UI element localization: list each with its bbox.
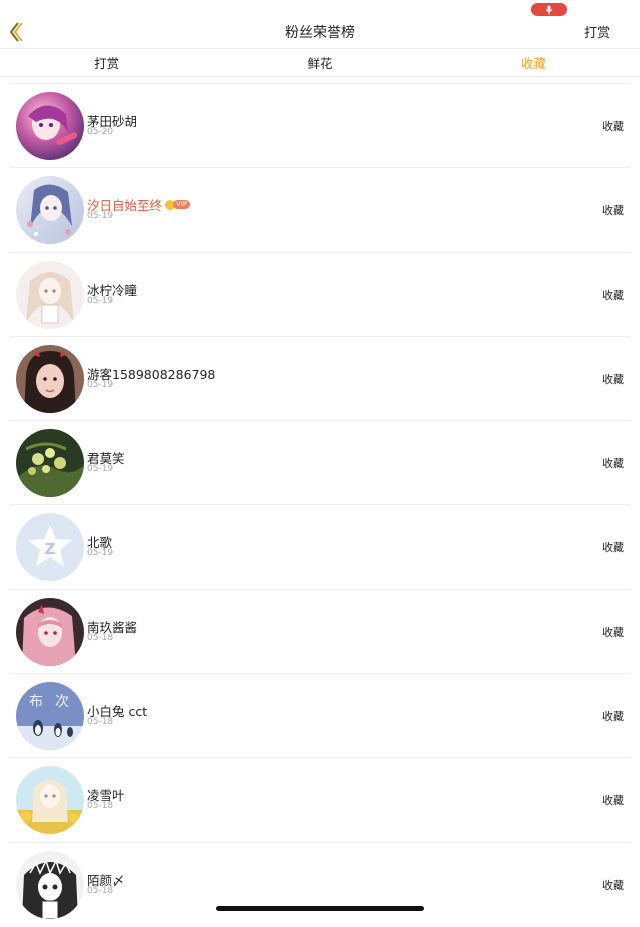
svg-text:Z: Z bbox=[45, 540, 56, 558]
list-item[interactable]: 陌颜〆 05-18 收藏 bbox=[9, 843, 631, 927]
list-item[interactable]: 汐日自始至终 VIP 05-19 收藏 bbox=[9, 168, 631, 253]
avatar[interactable] bbox=[16, 92, 84, 160]
favorite-date: 05-20 bbox=[87, 127, 114, 137]
page-title: 粉丝荣誉榜 bbox=[285, 25, 355, 41]
svg-text:次: 次 bbox=[55, 694, 69, 710]
avatar[interactable] bbox=[16, 766, 84, 835]
favorite-date: 05-19 bbox=[87, 464, 114, 475]
favorite-date: 05-19 bbox=[87, 295, 114, 306]
microphone-icon bbox=[545, 5, 553, 14]
favorite-label: 收藏 bbox=[602, 878, 624, 892]
list-item[interactable]: 布 次 小白兔 cct 05-18 收藏 bbox=[9, 674, 631, 759]
chevron-left-icon bbox=[9, 22, 23, 42]
avatar[interactable] bbox=[16, 176, 84, 245]
favorite-date: 05-18 bbox=[87, 717, 114, 728]
favorite-date: 05-18 bbox=[87, 632, 114, 643]
favorite-date: 05-19 bbox=[87, 211, 114, 222]
svg-text:布: 布 bbox=[29, 694, 43, 710]
fan-list[interactable]: 茅田砂胡 05-20 收藏 汐日自始至终 VIP 05-19 收藏 冰柠冷瞳 0… bbox=[0, 84, 640, 927]
favorite-label: 收藏 bbox=[602, 288, 624, 302]
favorite-label: 收藏 bbox=[602, 625, 624, 639]
list-item[interactable]: 游客1589808286798 05-19 收藏 bbox=[9, 337, 631, 422]
favorite-label: 收藏 bbox=[602, 372, 624, 386]
list-item[interactable]: Z 北歌 05-19 收藏 bbox=[9, 505, 631, 590]
back-button[interactable] bbox=[2, 17, 30, 47]
tab-reward[interactable]: 打赏 bbox=[0, 49, 213, 76]
favorite-label: 收藏 bbox=[602, 457, 624, 471]
navigation-bar: 粉丝荣誉榜 打赏 bbox=[0, 14, 640, 48]
favorite-date: 05-19 bbox=[87, 548, 114, 559]
avatar[interactable] bbox=[16, 429, 84, 498]
list-item[interactable]: 茅田砂胡 05-20 收藏 bbox=[9, 84, 631, 169]
favorite-label: 收藏 bbox=[602, 204, 624, 218]
vip-tag: VIP bbox=[173, 200, 191, 210]
list-item[interactable]: 冰柠冷瞳 05-19 收藏 bbox=[9, 253, 631, 337]
favorite-date: 05-18 bbox=[87, 885, 114, 896]
list-item[interactable]: 凌雪叶 05-18 收藏 bbox=[9, 758, 631, 843]
home-indicator[interactable] bbox=[216, 906, 424, 911]
favorite-label: 收藏 bbox=[602, 541, 624, 555]
favorite-label: 收藏 bbox=[602, 710, 624, 724]
avatar[interactable]: Z bbox=[16, 513, 84, 582]
list-item[interactable]: 君莫笑 05-19 收藏 bbox=[9, 421, 631, 506]
avatar[interactable] bbox=[16, 597, 84, 666]
list-item[interactable]: 南玖酱酱 05-18 收藏 bbox=[9, 590, 631, 675]
tab-bar: 打赏 鲜花 收藏 bbox=[0, 48, 640, 77]
tab-favorites[interactable]: 收藏 bbox=[427, 49, 640, 76]
avatar[interactable] bbox=[16, 344, 84, 413]
avatar[interactable] bbox=[16, 260, 84, 329]
favorite-label: 收藏 bbox=[602, 794, 624, 808]
favorite-date: 05-19 bbox=[87, 379, 114, 390]
avatar[interactable] bbox=[16, 850, 84, 919]
reward-button[interactable]: 打赏 bbox=[584, 22, 610, 41]
favorite-label: 收藏 bbox=[602, 120, 624, 133]
vip-badge: VIP bbox=[165, 199, 191, 210]
favorite-date: 05-18 bbox=[87, 801, 114, 812]
tab-flowers[interactable]: 鲜花 bbox=[213, 49, 426, 76]
avatar[interactable]: 布 次 bbox=[16, 682, 84, 751]
